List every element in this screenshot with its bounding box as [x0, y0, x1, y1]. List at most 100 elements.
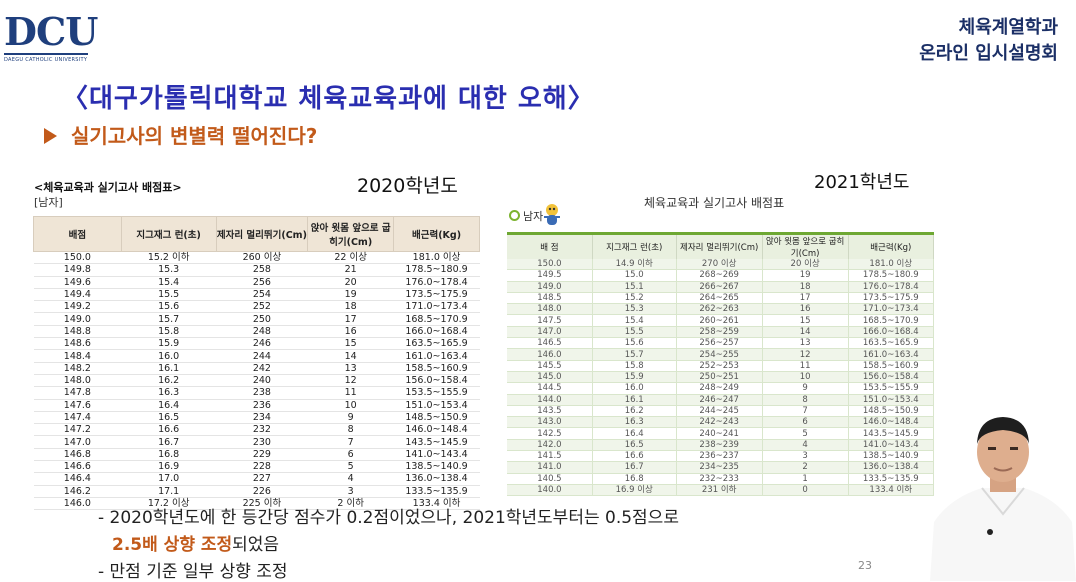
bullet-2-rest: 되었음: [232, 535, 280, 555]
table-cell: 173.5~175.9: [848, 292, 935, 305]
table-cell: 16.6: [121, 423, 217, 437]
table-cell: 229: [216, 448, 308, 462]
table-cell: 16.2: [121, 374, 217, 388]
table-cell: 252: [216, 300, 308, 314]
table-cell: 15.4: [592, 314, 677, 327]
table-cell: 153.5~155.9: [393, 386, 480, 400]
table-cell: 16.2: [592, 405, 677, 418]
table-cell: 148.0: [507, 303, 593, 316]
table-cell: 240~241: [676, 427, 763, 440]
table-cell: 17: [762, 292, 849, 305]
table-cell: 5: [762, 427, 849, 440]
page-number: 23: [858, 559, 872, 572]
table-cell: 148.5~150.9: [393, 411, 480, 425]
table-row: 146.5 15.6 256~257 13 163.5~165.9: [507, 337, 935, 350]
table-row: 147.0 15.5 258~259 14 166.0~168.4: [507, 326, 935, 339]
table-row: 147.4 16.5 234 9 148.5~150.9: [33, 411, 480, 425]
table-row: 146.0 15.7 254~255 12 161.0~163.4: [507, 348, 935, 361]
table-cell: 9: [762, 382, 849, 395]
table-cell: 148.4: [33, 349, 122, 363]
slide-title: 〈대구가톨릭대학교 체육교육과에 대한 오해〉: [62, 84, 595, 114]
table-cell: 228: [216, 460, 308, 474]
table-cell: 234: [216, 411, 308, 425]
table-cell: 8: [762, 394, 849, 406]
table-cell: 254~255: [676, 348, 763, 361]
table2020-year: 2020학년도: [357, 175, 458, 197]
table-cell: 171.0~173.4: [848, 303, 935, 316]
table-cell: 178.5~180.9: [848, 269, 935, 282]
table-cell: 258~259: [676, 326, 763, 339]
table2021-header-4: 배근력(Kg): [848, 233, 935, 259]
table-cell: 146.8: [33, 448, 122, 462]
table-cell: 146.0~148.4: [393, 423, 480, 437]
table-cell: 15.9: [121, 337, 217, 351]
table-cell: 15.7: [592, 348, 677, 361]
table-row: 150.0 15.2 이하 260 이상 22 이상 181.0 이상: [33, 251, 480, 265]
table-cell: 252~253: [676, 360, 763, 372]
table-cell: 20 이상: [762, 259, 849, 271]
table-cell: 148.6: [33, 337, 122, 351]
table-cell: 146.6: [33, 460, 122, 474]
table-cell: 16: [762, 303, 849, 316]
table-cell: 142.5: [507, 427, 593, 440]
table-cell: 16.0: [121, 349, 217, 363]
table-cell: 149.0: [33, 312, 122, 326]
table-cell: 15.9: [592, 371, 677, 384]
table-cell: 133.4 이하: [848, 484, 935, 497]
table-row: 148.6 15.9 246 15 163.5~165.9: [33, 337, 480, 351]
table-row: 144.0 16.1 246~247 8 151.0~153.4: [507, 394, 935, 406]
score-table-2020: 배점 지그재그 런(초) 제자리 멀리뛰기(Cm) 앉아 윗몸 앞으로 굽히기(Cm)…: [33, 216, 480, 511]
logo-divider: [4, 53, 88, 55]
table-cell: 15.4: [121, 276, 217, 289]
table-cell: 268~269: [676, 269, 763, 282]
table-cell: 171.0~173.4: [393, 300, 480, 314]
table2021-header-3: 앉아 윗몸 앞으로 굽히기(Cm): [762, 233, 849, 259]
table-cell: 242~243: [676, 416, 763, 429]
table-row: 148.0 15.3 262~263 16 171.0~173.4: [507, 303, 935, 316]
table-cell: 138.5~140.9: [393, 460, 480, 474]
table-cell: 17: [307, 312, 394, 326]
table-cell: 176.0~178.4: [848, 281, 935, 293]
table-row: 143.0 16.3 242~243 6 146.0~148.4: [507, 416, 935, 429]
ring-icon: [509, 210, 520, 221]
table-cell: 147.8: [33, 386, 122, 400]
table-cell: 17.1: [121, 485, 217, 498]
table2020-gender: [남자]: [34, 196, 63, 209]
table-cell: 156.0~158.4: [393, 374, 480, 388]
table2021-header-1: 지그재그 런(초): [592, 233, 677, 259]
table-cell: 15: [307, 337, 394, 351]
table-cell: 178.5~180.9: [393, 263, 480, 277]
table-cell: 16.8: [592, 473, 677, 485]
table-cell: 161.0~163.4: [393, 349, 480, 363]
table-cell: 147.5: [507, 314, 593, 327]
table-cell: 148.5: [507, 292, 593, 305]
table-cell: 6: [762, 416, 849, 429]
table-cell: 240: [216, 374, 308, 388]
table-cell: 248~249: [676, 382, 763, 395]
table-cell: 266~267: [676, 281, 763, 293]
table-cell: 16.1: [121, 362, 217, 375]
table-cell: 238~239: [676, 439, 763, 452]
table-cell: 14: [762, 326, 849, 339]
table-row: 147.6 16.4 236 10 151.0~153.4: [33, 399, 480, 412]
dcu-logo: DCU: [4, 9, 98, 54]
table-cell: 264~265: [676, 292, 763, 305]
table-cell: 173.5~175.9: [393, 288, 480, 302]
table-cell: 10: [762, 371, 849, 384]
table-cell: 148.2: [33, 362, 122, 375]
table-cell: 2: [762, 461, 849, 474]
table-cell: 18: [762, 281, 849, 293]
table-cell: 146.4: [33, 472, 122, 486]
table2020-header-2: 제자리 멀리뛰기(Cm): [215, 216, 309, 252]
table-cell: 7: [307, 435, 394, 449]
table-cell: 230: [216, 435, 308, 449]
table-cell: 147.4: [33, 411, 122, 425]
table-cell: 16.5: [592, 439, 677, 452]
table2020-header-1: 지그재그 런(초): [120, 216, 217, 252]
table-cell: 244~245: [676, 405, 763, 418]
slide-subtitle-text: 실기고사의 변별력 떨어진다?: [71, 124, 318, 148]
table-cell: 136.0~138.4: [393, 472, 480, 486]
table-cell: 234~235: [676, 461, 763, 474]
table-cell: 0: [762, 484, 849, 497]
table-cell: 143.5~145.9: [393, 435, 480, 449]
